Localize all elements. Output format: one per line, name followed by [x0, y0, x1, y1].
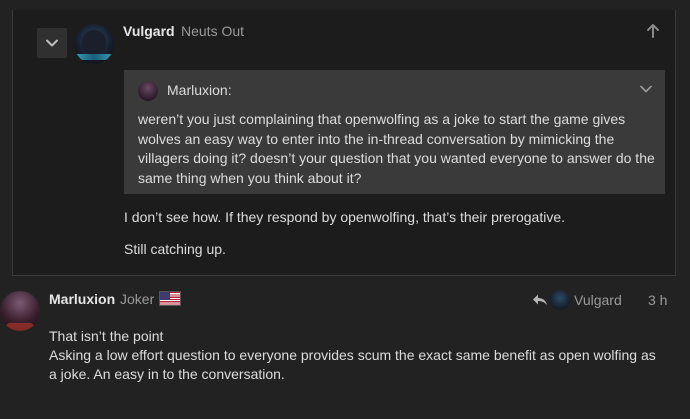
embedded-paragraph: I don’t see how. If they respond by open…: [124, 209, 566, 225]
post-body-line: Asking a low effort question to everyone…: [49, 347, 656, 382]
quote-avatar: [138, 81, 158, 101]
collapse-embed-button[interactable]: [37, 28, 67, 58]
chevron-down-icon: [46, 39, 58, 47]
us-flag-icon: [159, 291, 181, 306]
reply-to-avatar: [550, 290, 570, 310]
quote-block: Marluxion: weren’t you just complaining …: [124, 70, 665, 194]
post-body: That isn’t the point Asking a low effort…: [49, 327, 659, 384]
reply-to-link[interactable]: Vulgard: [532, 290, 622, 310]
post-body-line: That isn’t the point: [49, 328, 164, 344]
chevron-down-icon[interactable]: [639, 82, 653, 96]
post-timestamp[interactable]: 3 h: [648, 292, 667, 308]
quote-author: Marluxion:: [167, 82, 232, 98]
quote-text: weren’t you just complaining that openwo…: [138, 111, 655, 186]
avatar[interactable]: [74, 24, 114, 64]
embedded-user-title: Neuts Out: [181, 23, 245, 39]
embedded-reply-container: Vulgard Neuts Out Marluxion: weren’t you…: [12, 10, 676, 276]
embedded-paragraph: Still catching up.: [124, 241, 226, 257]
post-user-title: Joker: [120, 291, 155, 307]
avatar[interactable]: [0, 291, 40, 331]
reply-to-name: Vulgard: [574, 292, 622, 308]
reply-arrow-icon: [533, 294, 547, 305]
arrow-up-icon[interactable]: [644, 22, 662, 40]
post-author-name[interactable]: Marluxion: [49, 291, 115, 307]
embedded-author-name[interactable]: Vulgard: [123, 23, 175, 39]
